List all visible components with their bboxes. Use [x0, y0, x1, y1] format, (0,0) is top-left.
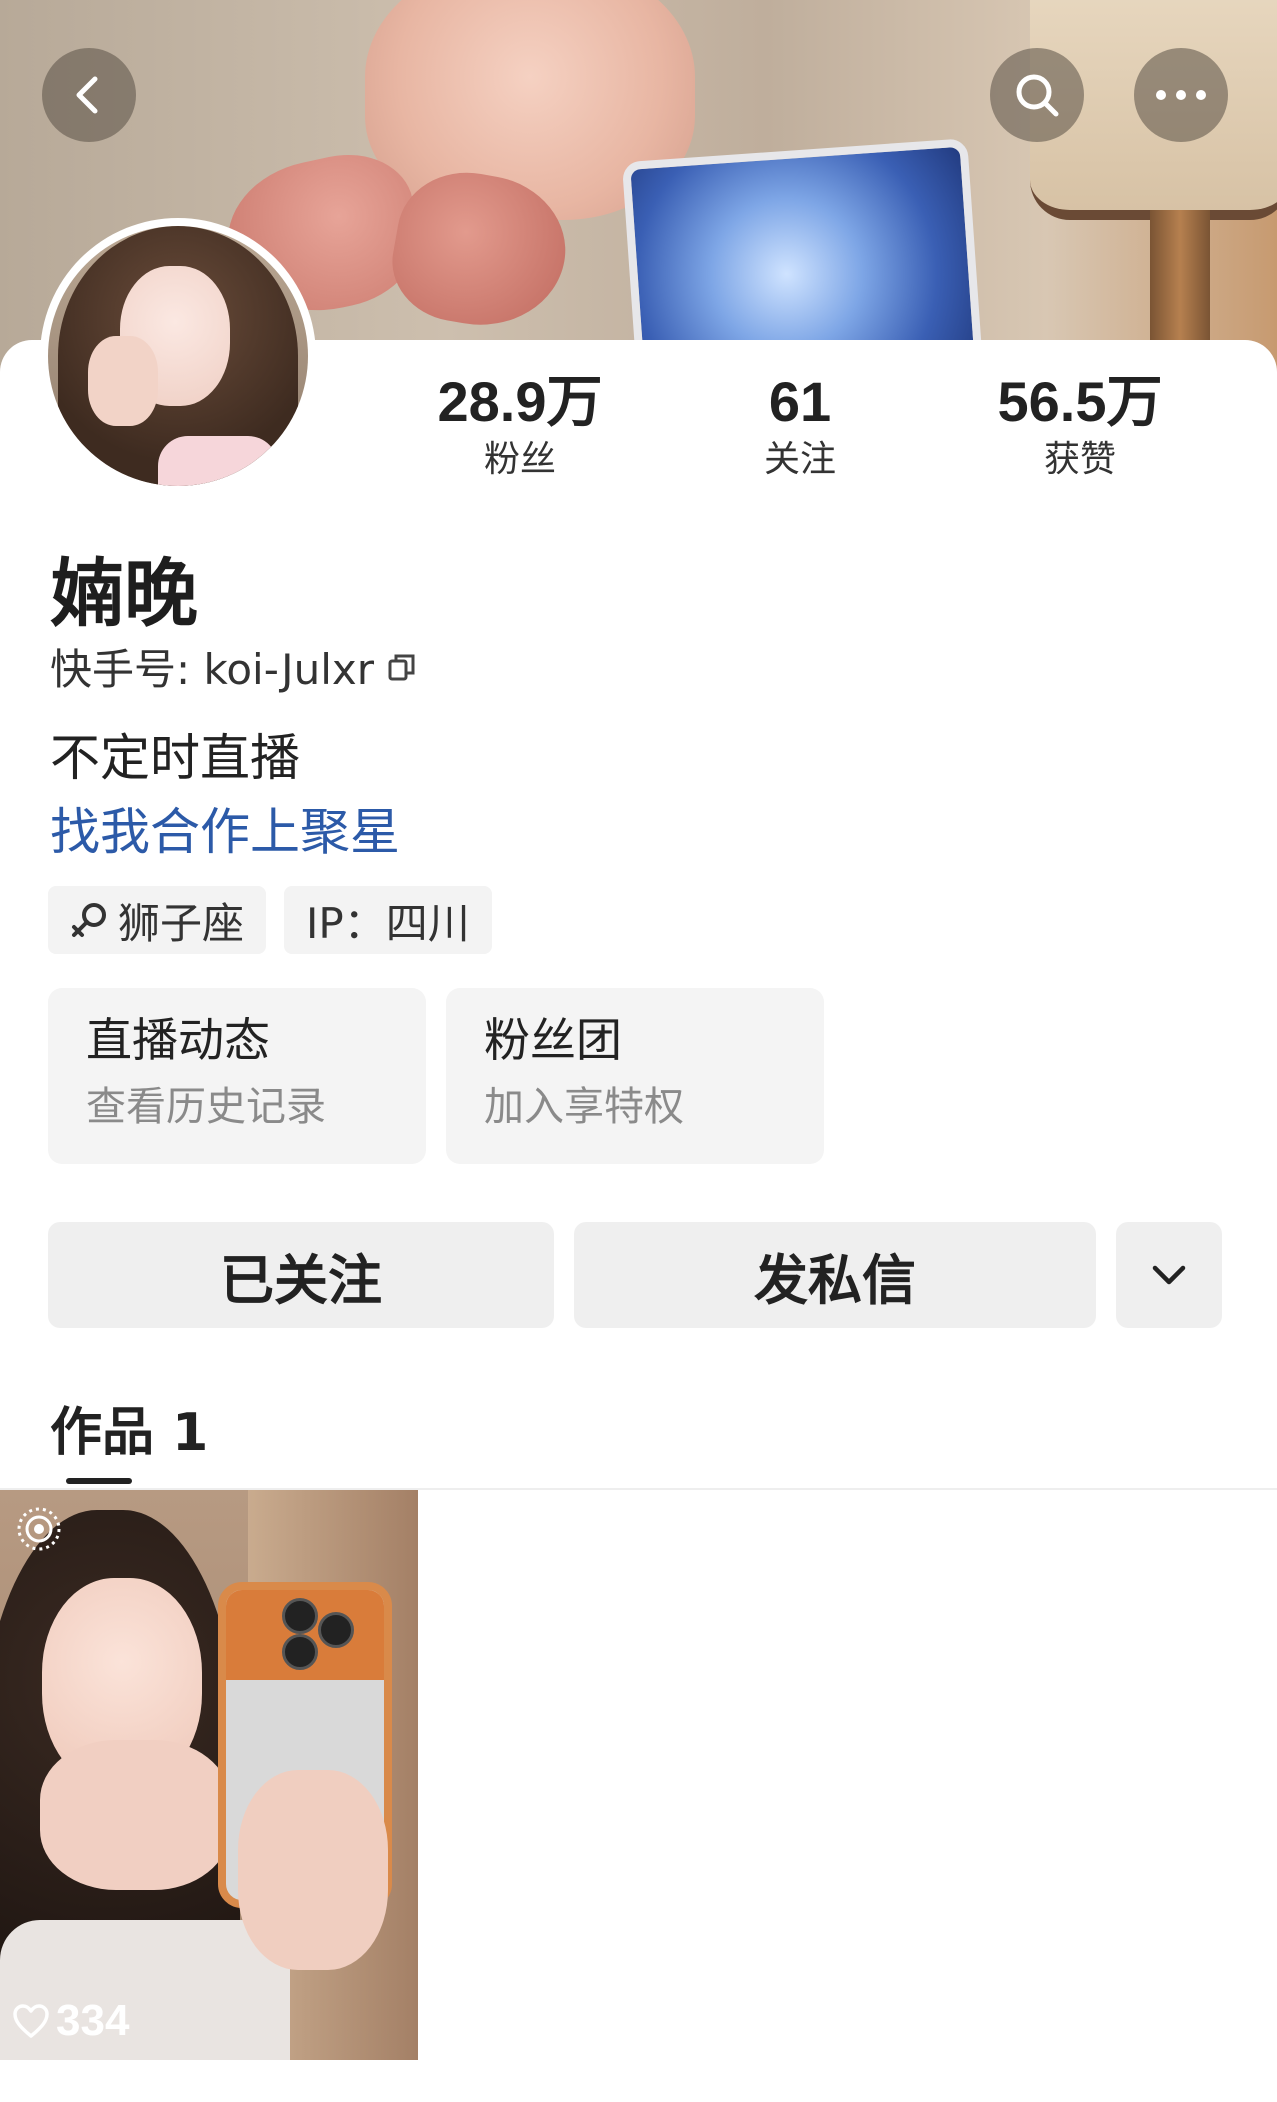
- tab-active-indicator: [66, 1478, 132, 1484]
- search-icon: [1016, 74, 1059, 117]
- stat-followers-label: 粉丝: [483, 439, 556, 480]
- stat-likes-value: 56.5万: [997, 370, 1163, 433]
- thumb-lens-2: [318, 1612, 354, 1648]
- copy-icon[interactable]: [386, 651, 418, 683]
- live-history-subtitle: 查看历史记录: [86, 1084, 326, 1130]
- action-buttons: 已关注 发私信: [48, 1222, 1222, 1328]
- stat-likes-label: 获赞: [1043, 439, 1116, 480]
- avatar-hand: [88, 336, 158, 426]
- fan-club-card[interactable]: 粉丝团 加入享特权: [446, 988, 824, 1164]
- thumb-phone-camera-bar: [226, 1590, 384, 1680]
- feature-cards: 直播动态 查看历史记录 粉丝团 加入享特权: [48, 988, 824, 1164]
- message-button[interactable]: 发私信: [574, 1222, 1096, 1328]
- post-likes-count: 334: [56, 1996, 130, 2045]
- stat-likes[interactable]: 56.5万 获赞: [940, 370, 1220, 484]
- chevron-left-icon: [76, 76, 98, 114]
- avatar[interactable]: [40, 218, 316, 494]
- stat-followers-value: 28.9万: [437, 370, 603, 433]
- kuaishou-id: 快手号: koi-Julxr: [50, 645, 374, 694]
- post-likes: 334: [12, 1996, 129, 2046]
- stat-followers[interactable]: 28.9万 粉丝: [380, 370, 660, 484]
- avatar-shirt: [158, 436, 278, 486]
- post-thumbnail[interactable]: 334: [0, 1490, 418, 2060]
- male-symbol-icon: [72, 903, 106, 937]
- back-button[interactable]: [42, 48, 136, 142]
- content-tabs: 作品 1: [0, 1382, 1277, 1490]
- avatar-photo: [48, 226, 308, 486]
- live-history-title: 直播动态: [86, 1013, 270, 1067]
- followed-button[interactable]: 已关注: [48, 1222, 554, 1328]
- bio-line-1: 不定时直播: [50, 729, 300, 787]
- live-photo-icon: [17, 1507, 61, 1551]
- bio-line-2-link[interactable]: 找我合作上聚星: [50, 792, 400, 864]
- tag-chip-ip: IP：四川: [284, 886, 492, 954]
- live-history-card[interactable]: 直播动态 查看历史记录: [48, 988, 426, 1164]
- stat-following[interactable]: 61 关注: [660, 370, 940, 484]
- more-button[interactable]: [1134, 48, 1228, 142]
- thumb-lens-1: [282, 1598, 318, 1634]
- thumb-hand: [40, 1740, 230, 1890]
- fan-club-title: 粉丝团: [484, 1013, 622, 1067]
- tag-chip-ip-label: IP：四川: [306, 898, 470, 948]
- thumb-lens-3: [282, 1634, 318, 1670]
- tag-chips: 狮子座 IP：四川: [48, 886, 492, 954]
- profile-name: 婻晚: [50, 551, 198, 637]
- kuaishou-id-row[interactable]: 快手号: koi-Julxr: [50, 636, 418, 697]
- expand-button[interactable]: [1116, 1222, 1222, 1328]
- tag-chip-zodiac-label: 狮子座: [118, 898, 245, 948]
- more-dots-icon: [1156, 90, 1206, 100]
- tab-works[interactable]: 作品 1: [50, 1390, 208, 1465]
- search-button[interactable]: [990, 48, 1084, 142]
- stat-following-value: 61: [768, 370, 832, 433]
- tag-chip-zodiac: 狮子座: [48, 886, 267, 954]
- stat-following-label: 关注: [763, 439, 836, 480]
- fan-club-subtitle: 加入享特权: [484, 1084, 684, 1130]
- thumb-fingers: [238, 1770, 388, 1970]
- heart-icon: [13, 2004, 49, 2038]
- chevron-down-icon: [1152, 1265, 1186, 1285]
